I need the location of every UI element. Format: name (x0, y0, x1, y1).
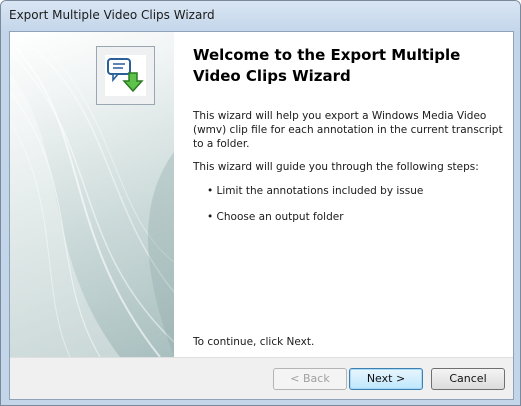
page-title: Welcome to the Export Multiple Video Cli… (193, 46, 461, 85)
cancel-button[interactable]: Cancel (431, 368, 505, 390)
button-bar-divider (10, 357, 513, 358)
window-title: Export Multiple Video Clips Wizard (9, 8, 215, 22)
wizard-window: Export Multiple Video Clips Wizard Welco… (0, 0, 521, 406)
back-button[interactable]: < Back (273, 368, 347, 390)
wizard-side-banner (10, 32, 174, 357)
wizard-icon-frame (96, 46, 155, 105)
wizard-content: Welcome to the Export Multiple Video Cli… (174, 32, 513, 357)
export-clip-icon (105, 55, 146, 96)
steps-intro-text: This wizard will guide you through the f… (193, 161, 479, 173)
step-item: • Choose an output folder (207, 211, 344, 223)
intro-text: This wizard will help you export a Windo… (193, 110, 503, 150)
step-item: • Limit the annotations included by issu… (207, 185, 424, 197)
title-bar[interactable]: Export Multiple Video Clips Wizard (1, 1, 520, 31)
wizard-body: Welcome to the Export Multiple Video Cli… (9, 31, 514, 400)
next-button[interactable]: Next > (349, 368, 423, 390)
continue-hint: To continue, click Next. (193, 336, 315, 348)
